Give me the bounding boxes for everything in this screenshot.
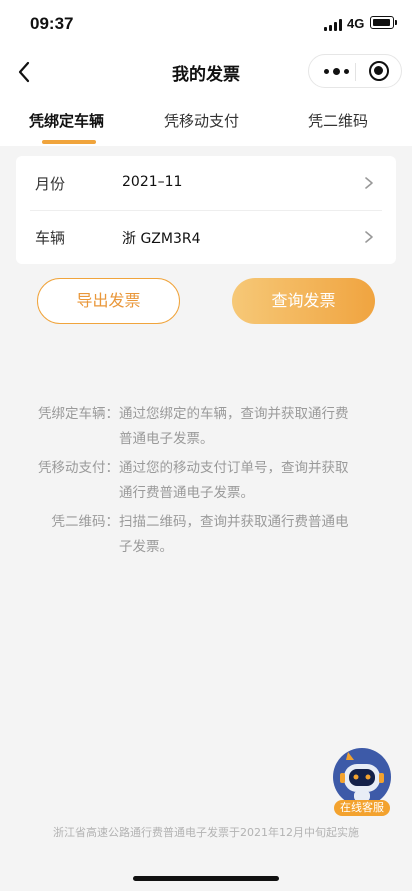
- vehicle-row[interactable]: 车辆 浙 GZM3R4: [16, 210, 396, 264]
- description-line: 子发票。: [119, 539, 173, 555]
- tab-mobile-payment[interactable]: 凭移动支付: [164, 110, 239, 131]
- description-key: 凭绑定车辆：: [38, 406, 119, 422]
- signal-icon: [324, 19, 344, 31]
- active-tab-indicator: [42, 140, 96, 144]
- description-line: 通过您的移动支付订单号，查询并获取: [119, 460, 349, 476]
- description-line: 通行费普通电子发票。: [119, 485, 254, 501]
- vehicle-value: 浙 GZM3R4: [122, 231, 201, 247]
- tab-qr-code[interactable]: 凭二维码: [308, 110, 368, 131]
- description-line: 扫描二维码，查询并获取通行费普通电: [119, 514, 349, 530]
- chevron-right-icon: [365, 231, 373, 243]
- month-label: 月份: [35, 175, 66, 193]
- description-mobile-payment: 凭移动支付： 通过您的移动支付订单号，查询并获取 通行费普通电子发票。: [0, 456, 412, 506]
- vehicle-label: 车辆: [35, 229, 66, 247]
- home-indicator: [133, 876, 279, 881]
- query-invoice-button[interactable]: 查询发票: [232, 278, 375, 324]
- description-key: 凭二维码：: [51, 514, 120, 530]
- description-key: 凭移动支付：: [38, 460, 119, 476]
- status-bar: 09:37 4G: [0, 0, 412, 46]
- header-area: 09:37 4G 我的发票 凭绑定车辆 凭移动支付 凭二维码: [0, 0, 412, 146]
- description-line: 普通电子发票。: [119, 431, 214, 447]
- month-value: 2021–11: [122, 174, 183, 190]
- more-dots-icon: [323, 68, 329, 74]
- mini-program-capsule: [308, 54, 402, 88]
- nav-bar: 我的发票: [0, 46, 412, 98]
- month-row[interactable]: 月份 2021–11: [16, 156, 396, 210]
- status-time: 09:37: [30, 14, 74, 33]
- description-line: 通过您绑定的车辆，查询并获取通行费: [119, 406, 349, 422]
- close-miniprogram-icon[interactable]: [369, 61, 389, 81]
- more-menu-button[interactable]: [317, 55, 355, 87]
- chevron-right-icon: [365, 177, 373, 189]
- footer-note: 浙江省高速公路通行费普通电子发票于2021年12月中旬起实施: [53, 826, 359, 839]
- network-type: 4G: [347, 16, 365, 31]
- query-form-card: 月份 2021–11 车辆 浙 GZM3R4: [16, 156, 396, 264]
- capsule-divider: [355, 63, 356, 81]
- online-service-label: 在线客服: [334, 800, 390, 816]
- description-bound-vehicle: 凭绑定车辆： 通过您绑定的车辆，查询并获取通行费 普通电子发票。: [0, 402, 412, 452]
- battery-icon: [370, 16, 397, 29]
- description-qr-code: 凭二维码： 扫描二维码，查询并获取通行费普通电 子发票。: [0, 510, 412, 560]
- export-invoice-button[interactable]: 导出发票: [37, 278, 180, 324]
- tab-bound-vehicle[interactable]: 凭绑定车辆: [29, 110, 104, 131]
- tab-bar: 凭绑定车辆 凭移动支付 凭二维码: [0, 98, 412, 146]
